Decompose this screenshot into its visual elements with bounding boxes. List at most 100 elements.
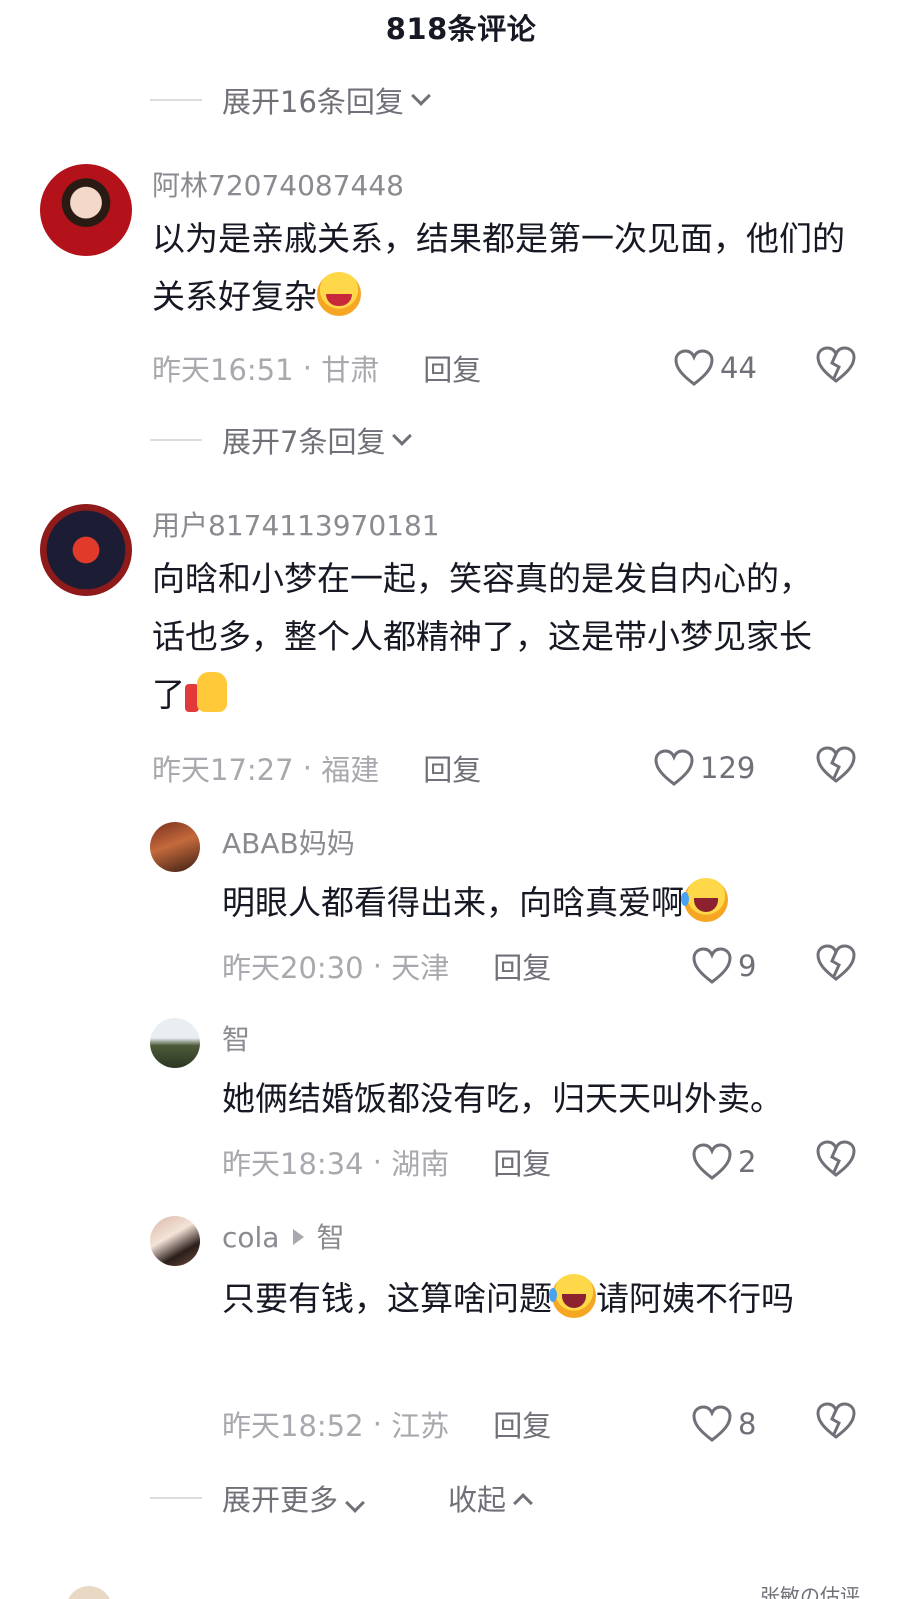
separator-dot: · xyxy=(293,751,322,785)
reply-meta: 昨天18:34 · 湖南 回复 xyxy=(222,1140,551,1184)
reply-location: 江苏 xyxy=(391,1409,450,1443)
divider-line xyxy=(150,99,202,101)
reply-meta: 昨天18:52 · 江苏 回复 xyxy=(222,1402,551,1446)
like-button[interactable]: 2 xyxy=(692,1140,756,1184)
expand-replies-top[interactable]: 展开16条回复 xyxy=(150,78,431,122)
comment-body: 阿林72074087448 以为是亲戚关系，结果都是第一次见面，他们的关系好复杂 xyxy=(152,166,852,326)
reply-text-content: 她俩结婚饭都没有吃，归天天叫外卖。 xyxy=(222,1079,783,1118)
dislike-button[interactable] xyxy=(816,346,858,390)
heart-outline-icon xyxy=(692,1405,732,1442)
reply-time: 昨天18:52 xyxy=(222,1409,364,1443)
dislike-button[interactable] xyxy=(816,1402,858,1446)
reply-location: 湖南 xyxy=(391,1147,450,1181)
reply-meta: 昨天20:30 · 天津 回复 xyxy=(222,944,551,988)
thumbs-up-emoji xyxy=(185,670,229,714)
expand-more-label: 展开更多 xyxy=(222,1483,339,1517)
like-count: 8 xyxy=(738,1407,757,1441)
reply-text: 只要有钱，这算啥问题 请阿姨不行吗 xyxy=(222,1268,862,1330)
avatar[interactable] xyxy=(150,1216,200,1266)
comment-text: 以为是亲戚关系，结果都是第一次见面，他们的关系好复杂 xyxy=(152,210,852,326)
separator-dot: · xyxy=(363,1145,392,1179)
separator-dot: · xyxy=(363,949,392,983)
reply-button[interactable]: 回复 xyxy=(493,1403,551,1445)
comment-location: 福建 xyxy=(321,753,380,787)
reply-username[interactable]: 智 xyxy=(222,1020,882,1060)
separator-dot: · xyxy=(363,1407,392,1441)
chevron-down-icon xyxy=(392,426,413,446)
reply-location: 天津 xyxy=(391,951,450,985)
avatar[interactable] xyxy=(40,504,132,596)
grinning-squint-emoji xyxy=(317,272,361,316)
reply-time: 昨天20:30 xyxy=(222,951,364,985)
reply-to-username[interactable]: 智 xyxy=(316,1221,344,1254)
avatar[interactable] xyxy=(150,822,200,872)
laughing-crying-emoji xyxy=(549,1274,596,1318)
reply-button[interactable]: 回复 xyxy=(423,747,481,789)
divider-line xyxy=(150,439,202,441)
comment-text-content: 以为是亲戚关系，结果都是第一次见面，他们的关系好复杂 xyxy=(152,219,845,316)
reply-button[interactable]: 回复 xyxy=(493,1141,551,1183)
like-count: 129 xyxy=(700,751,756,785)
broken-heart-icon xyxy=(816,944,856,981)
chevron-up-icon xyxy=(513,1493,533,1513)
avatar[interactable] xyxy=(150,1018,200,1068)
reply-username[interactable]: ABAB妈妈 xyxy=(222,824,862,864)
comment-meta: 昨天17:27 · 福建 回复 xyxy=(152,746,481,790)
comment-text-content: 向晗和小梦在一起，笑容真的是发自内心的，话也多，整个人都精神了，这是带小梦见家长… xyxy=(152,559,812,714)
comment-meta: 昨天16:51 · 甘肃 回复 xyxy=(152,346,481,390)
divider-line xyxy=(150,1497,202,1499)
heart-outline-icon xyxy=(654,749,694,786)
like-button[interactable]: 9 xyxy=(692,944,756,988)
reply-text-content: 明眼人都看得出来，向晗真爱啊 xyxy=(222,883,684,922)
reply-text-content: 只要有钱，这算啥问题 xyxy=(222,1279,552,1318)
reply-text: 明眼人都看得出来，向晗真爱啊 xyxy=(222,874,862,932)
like-button[interactable]: 8 xyxy=(692,1402,756,1446)
reply-body: 智 她俩结婚饭都没有吃，归天天叫外卖。 xyxy=(222,1020,882,1128)
comment-location: 甘肃 xyxy=(321,353,380,387)
next-comment-avatar[interactable] xyxy=(66,1586,112,1599)
heart-outline-icon xyxy=(674,349,714,386)
collapse-button[interactable]: 收起 xyxy=(448,1477,533,1519)
reply-username[interactable]: cola xyxy=(222,1221,279,1254)
heart-outline-icon xyxy=(692,1143,732,1180)
comment-body: 用户8174113970181 向晗和小梦在一起，笑容真的是发自内心的，话也多，… xyxy=(152,506,842,724)
expand-more-button[interactable]: 展开更多 xyxy=(222,1477,365,1519)
like-button[interactable]: 44 xyxy=(674,346,757,390)
comment-time: 昨天17:27 xyxy=(152,753,294,787)
dislike-button[interactable] xyxy=(816,1140,858,1184)
chevron-down-icon xyxy=(345,1493,365,1513)
heart-outline-icon xyxy=(692,947,732,984)
reply-text: 她俩结婚饭都没有吃，归天天叫外卖。 xyxy=(222,1070,882,1128)
comments-header: 818条评论 xyxy=(0,0,922,48)
reply-button[interactable]: 回复 xyxy=(423,347,481,389)
reply-text-content-continued: 请阿姨不行吗 xyxy=(596,1279,794,1318)
comment-text: 向晗和小梦在一起，笑容真的是发自内心的，话也多，整个人都精神了，这是带小梦见家长… xyxy=(152,550,842,724)
comment-username[interactable]: 用户8174113970181 xyxy=(152,506,842,546)
like-count: 9 xyxy=(738,949,757,983)
chevron-down-icon xyxy=(411,86,431,106)
broken-heart-icon xyxy=(816,746,856,783)
comment-username[interactable]: 阿林72074087448 xyxy=(152,166,852,206)
dislike-button[interactable] xyxy=(816,944,858,988)
bottom-actions: 展开更多 收起 xyxy=(150,1476,533,1520)
expand-replies-label: 展开7条回复 xyxy=(222,425,386,459)
triangle-right-icon xyxy=(293,1229,305,1245)
reply-body: ABAB妈妈 明眼人都看得出来，向晗真爱啊 xyxy=(222,824,862,932)
like-count: 2 xyxy=(738,1145,757,1179)
reply-button[interactable]: 回复 xyxy=(493,945,551,987)
like-button[interactable]: 129 xyxy=(654,746,755,790)
next-comment-peek: 张敏の估评 xyxy=(760,1584,860,1599)
comment-count-title: 818条评论 xyxy=(385,12,537,46)
avatar[interactable] xyxy=(40,164,132,256)
broken-heart-icon xyxy=(816,1140,856,1177)
comment-time: 昨天16:51 xyxy=(152,353,294,387)
broken-heart-icon xyxy=(816,346,856,383)
collapse-label: 收起 xyxy=(448,1483,507,1517)
reply-username-row: cola 智 xyxy=(222,1218,862,1258)
expand-replies[interactable]: 展开7条回复 xyxy=(150,418,413,462)
dislike-button[interactable] xyxy=(816,746,858,790)
broken-heart-icon xyxy=(816,1402,856,1439)
reply-time: 昨天18:34 xyxy=(222,1147,364,1181)
separator-dot: · xyxy=(293,351,322,385)
reply-body: cola 智 只要有钱，这算啥问题 请阿姨不行吗 xyxy=(222,1218,862,1330)
